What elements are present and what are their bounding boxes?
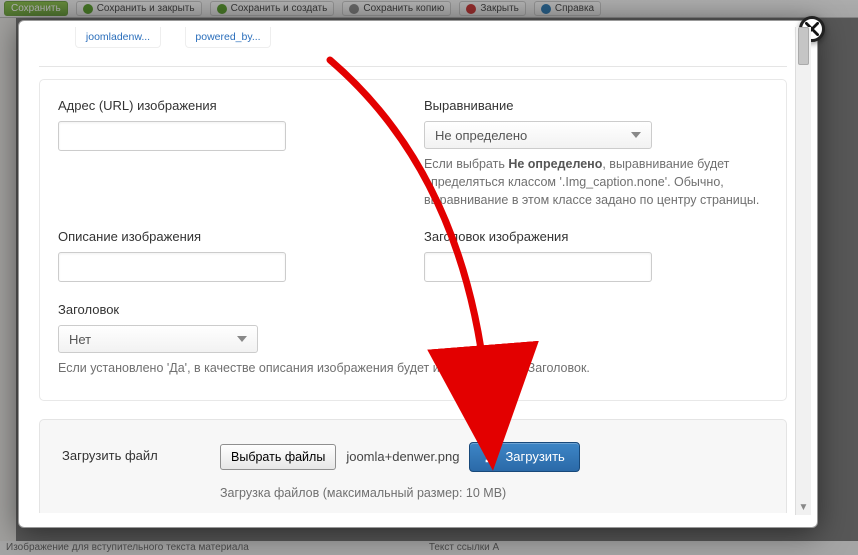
upload-button-label: Загрузить [505,449,564,464]
align-select[interactable]: Не определено [424,121,652,149]
upload-icon [484,450,497,463]
thumbnail-item[interactable]: powered_by... [185,27,271,48]
description-input[interactable] [58,252,286,282]
divider [39,66,787,67]
url-label: Адрес (URL) изображения [58,98,402,113]
upload-label: Загрузить файл [62,442,196,463]
upload-hint: Загрузка файлов (максимальный размер: 10… [220,486,764,500]
image-insert-modal: ▼ joomladenw... powered_by... Адрес (URL… [18,20,818,528]
heading-select-value: Нет [69,332,91,347]
align-hint: Если выбрать Не определено, выравнивание… [424,155,768,209]
scrollbar-down-arrow[interactable]: ▼ [796,499,811,515]
image-form-panel: Адрес (URL) изображения Выравнивание Не … [39,79,787,401]
selected-filename: joomla+denwer.png [346,449,459,464]
image-title-label: Заголовок изображения [424,229,768,244]
thumbnail-caption: powered_by... [185,27,271,48]
align-select-value: Не определено [435,128,527,143]
heading-label: Заголовок [58,302,768,317]
thumbnail-caption: joomladenw... [75,27,161,48]
image-title-input[interactable] [424,252,652,282]
chevron-down-icon [631,132,641,138]
scrollbar-thumb[interactable] [798,27,809,65]
thumbnail-strip: joomladenw... powered_by... [39,21,787,66]
modal-scrollbar[interactable]: ▼ [795,27,811,515]
choose-files-button[interactable]: Выбрать файлы [220,444,336,470]
description-label: Описание изображения [58,229,402,244]
thumbnail-item[interactable]: joomladenw... [75,27,161,48]
upload-panel: Загрузить файл Выбрать файлы joomla+denw… [39,419,787,514]
url-input[interactable] [58,121,286,151]
heading-hint: Если установлено 'Да', в качестве описан… [58,359,768,377]
heading-select[interactable]: Нет [58,325,258,353]
chevron-down-icon [237,336,247,342]
align-label: Выравнивание [424,98,768,113]
upload-button[interactable]: Загрузить [469,442,579,472]
